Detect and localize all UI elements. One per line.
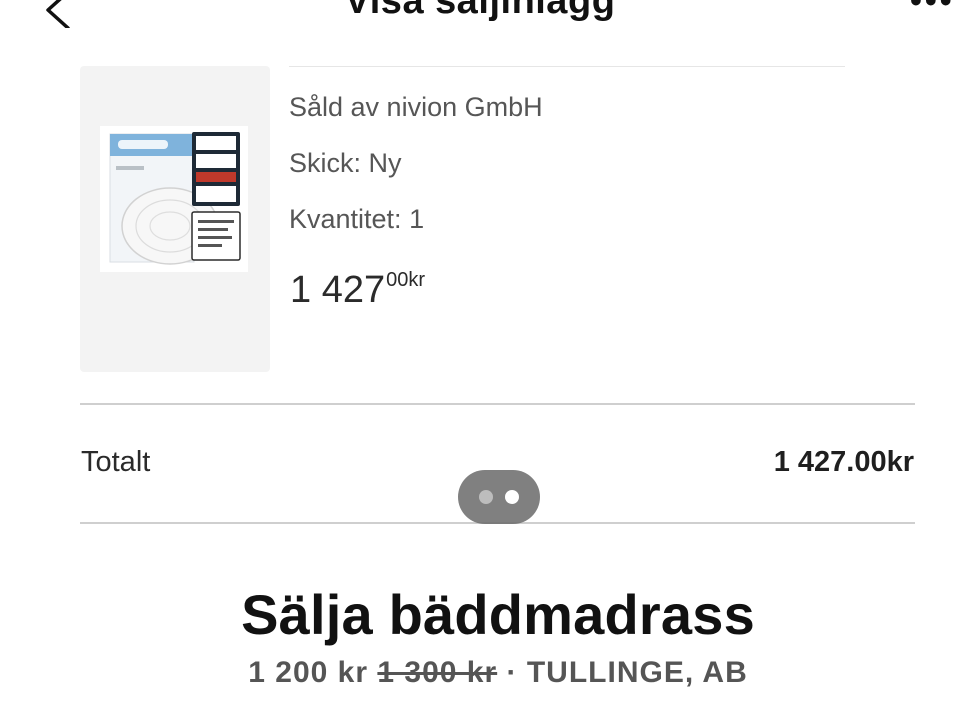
image-pager[interactable] bbox=[458, 470, 540, 524]
quantity-text: Kvantitet: 1 bbox=[289, 204, 425, 234]
condition-text: Skick: Ny bbox=[289, 148, 402, 178]
price-main: 1 427 bbox=[290, 269, 386, 311]
meta-separator: · bbox=[506, 656, 518, 689]
divider bbox=[289, 66, 845, 67]
listing-title: Sälja bäddmadrass bbox=[241, 583, 755, 646]
seller-text: Såld av nivion GmbH bbox=[289, 92, 543, 122]
item-price: 1 427 00kr bbox=[290, 268, 425, 312]
page-title: Visa säljinlägg bbox=[344, 0, 616, 22]
product-image bbox=[100, 126, 248, 272]
total-value: 1 427.00kr bbox=[773, 446, 914, 478]
listing-old-price: 1 300 kr bbox=[377, 656, 498, 689]
pager-dot[interactable] bbox=[479, 490, 493, 504]
more-horizontal-icon[interactable]: ••• bbox=[910, 0, 955, 18]
divider bbox=[80, 403, 915, 405]
listing-price: 1 200 kr bbox=[248, 656, 369, 689]
price-decimals: 00kr bbox=[386, 269, 425, 291]
total-label: Totalt bbox=[81, 446, 151, 478]
pager-dot-active[interactable] bbox=[505, 490, 519, 504]
listing-location: TULLINGE, AB bbox=[526, 656, 748, 689]
screen: Visa säljinlägg ••• Såld av nivion GmbH … bbox=[0, 0, 960, 708]
listing-meta: 1 200 kr 1 300 kr · TULLINGE, AB bbox=[0, 656, 960, 690]
